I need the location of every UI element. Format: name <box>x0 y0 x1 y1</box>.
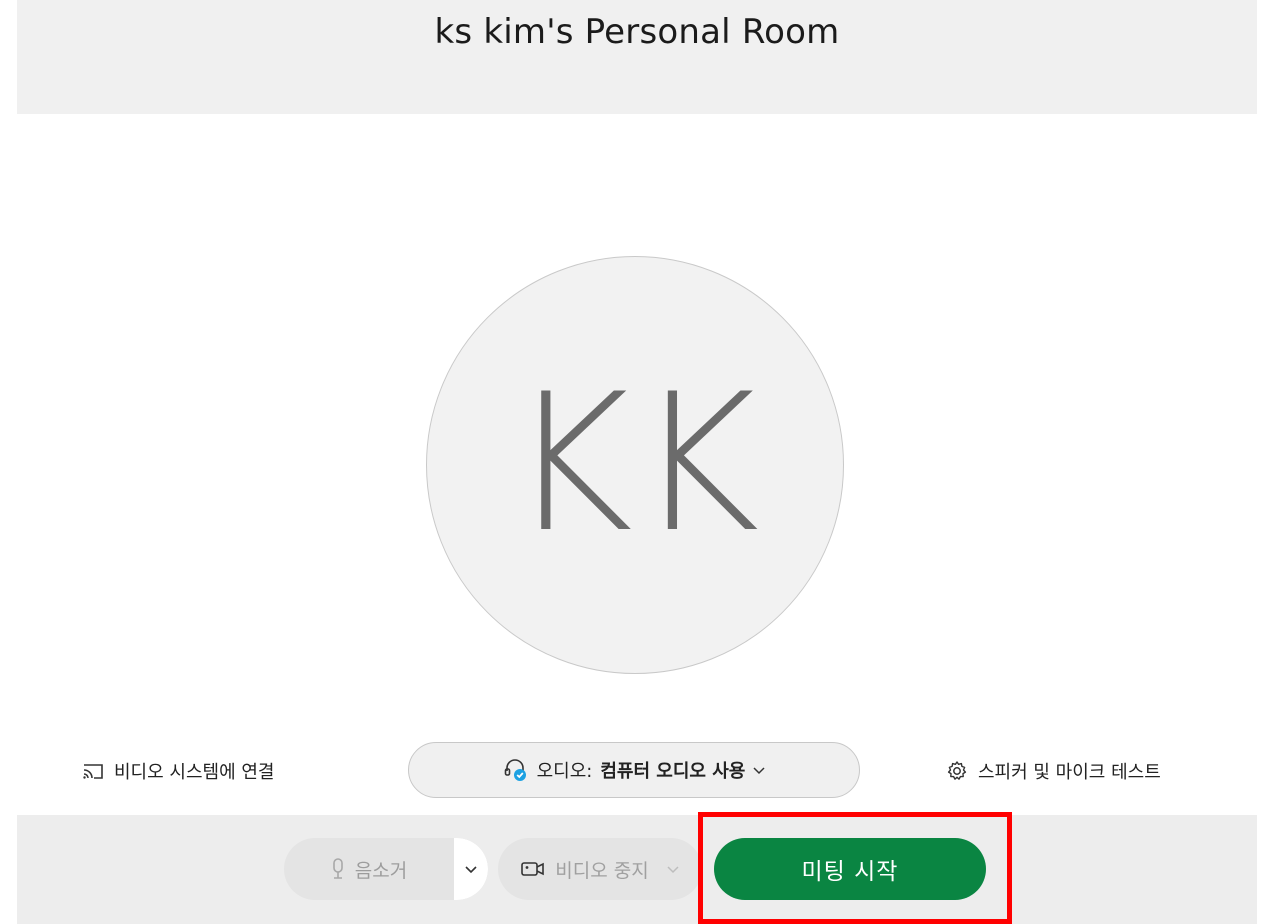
headset-icon <box>503 757 529 783</box>
chevron-down-icon <box>667 864 679 874</box>
audio-value: 컴퓨터 오디오 사용 <box>600 761 746 782</box>
stop-video-button[interactable]: 비디오 중지 <box>498 838 702 900</box>
connect-video-label: 비디오 시스템에 연결 <box>114 762 275 783</box>
meeting-title: ks kim's Personal Room <box>434 12 840 52</box>
mute-button-group: 음소거 <box>284 838 488 900</box>
options-row: 비디오 시스템에 연결 오디오: 컴퓨터 오디오 사용 스피커 및 마이크 테스… <box>0 742 1265 800</box>
header-bar: ks kim's Personal Room <box>17 0 1257 114</box>
connect-video-system-button[interactable]: 비디오 시스템에 연결 <box>82 756 274 786</box>
camera-icon <box>521 861 545 877</box>
speaker-mic-test-button[interactable]: 스피커 및 마이크 테스트 <box>946 756 1161 786</box>
audio-select-button[interactable]: 오디오: 컴퓨터 오디오 사용 <box>408 742 860 798</box>
avatar: KK <box>426 256 844 674</box>
avatar-initials: KK <box>508 352 762 574</box>
microphone-icon <box>331 858 345 880</box>
cast-icon <box>82 762 104 780</box>
mute-label: 음소거 <box>354 859 408 882</box>
chevron-down-icon <box>753 765 765 775</box>
stop-video-label: 비디오 중지 <box>555 859 649 882</box>
gear-icon <box>946 760 968 782</box>
start-meeting-button[interactable]: 미팅 시작 <box>714 838 986 900</box>
speaker-test-label: 스피커 및 마이크 테스트 <box>978 762 1161 783</box>
mute-button[interactable]: 음소거 <box>284 838 454 900</box>
chevron-down-icon <box>465 864 477 874</box>
audio-prefix: 오디오: <box>536 761 593 782</box>
